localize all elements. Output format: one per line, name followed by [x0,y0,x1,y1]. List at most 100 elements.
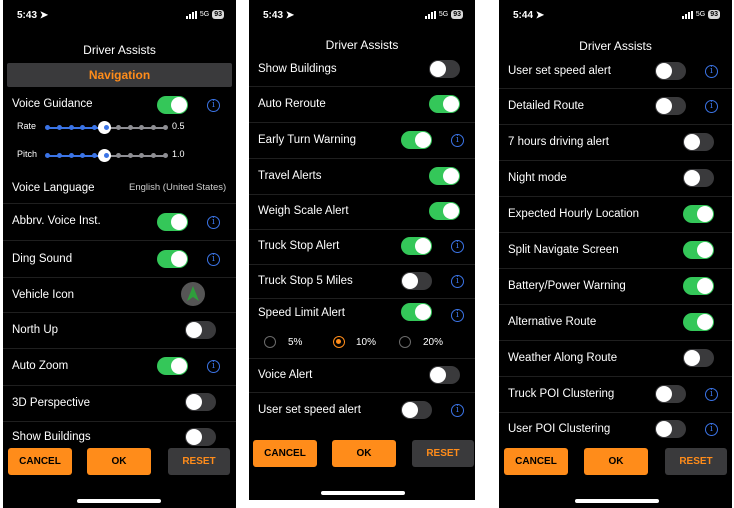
radio-5-percent[interactable] [264,336,276,348]
detailed-route-toggle[interactable] [655,97,686,115]
setting-label: Show Buildings [258,63,337,75]
setting-label: Alternative Route [508,316,597,328]
battery-icon: 93 [708,10,720,19]
setting-label: Vehicle Icon [12,289,75,301]
battery-icon: 93 [451,10,463,19]
home-indicator [77,499,161,503]
voice-alert-toggle[interactable] [429,366,460,384]
info-icon[interactable]: i [207,216,220,229]
ok-button[interactable]: OK [87,448,151,475]
perspective-toggle[interactable] [185,393,216,411]
battery-power-toggle[interactable] [683,277,714,295]
show-buildings-toggle[interactable] [429,60,460,78]
abbrv-voice-toggle[interactable] [157,213,188,231]
setting-label: Voice Guidance [12,98,93,110]
cancel-button[interactable]: CANCEL [253,440,317,467]
setting-row-truck-poi: Truck POI Clustering i [499,377,732,413]
clock: 5:43 ➤ [17,10,49,21]
setting-label: Early Turn Warning [258,134,356,146]
night-mode-toggle[interactable] [683,169,714,187]
cancel-button[interactable]: CANCEL [504,448,568,475]
navigation-arrow-icon[interactable] [181,282,205,306]
north-up-toggle[interactable] [185,321,216,339]
radio-20-percent[interactable] [399,336,411,348]
setting-row-north-up: North Up [3,313,236,349]
travel-alerts-toggle[interactable] [429,167,460,185]
user-speed-toggle[interactable] [655,62,686,80]
ok-button[interactable]: OK [332,440,396,467]
info-icon[interactable]: i [451,404,464,417]
setting-row-speed-limit: Speed Limit Alert i [249,299,475,325]
info-icon[interactable]: i [705,100,718,113]
info-icon[interactable]: i [451,275,464,288]
setting-label: Speed Limit Alert [258,307,345,319]
truck-poi-toggle[interactable] [655,385,686,403]
setting-row-split-navigate: Split Navigate Screen [499,233,732,269]
expected-hourly-toggle[interactable] [683,205,714,223]
reset-button[interactable]: RESET [665,448,727,475]
auto-zoom-toggle[interactable] [157,357,188,375]
info-icon[interactable]: i [207,253,220,266]
reset-button[interactable]: RESET [168,448,230,475]
info-icon[interactable]: i [451,134,464,147]
auto-reroute-toggle[interactable] [429,95,460,113]
setting-label: Truck POI Clustering [508,388,615,400]
clock: 5:44 ➤ [513,10,545,21]
setting-row-detailed-route: Detailed Route i [499,89,732,125]
rate-label: Rate [17,121,37,131]
info-icon[interactable]: i [705,423,718,436]
radio-label: 20% [423,337,444,348]
alt-route-toggle[interactable] [683,313,714,331]
setting-row-user-poi: User POI Clustering i [499,413,732,443]
status-bar: 5:44 ➤ 5G 93 [499,10,732,26]
setting-row-voice-language[interactable]: Voice Language English (United States) [3,172,236,204]
info-icon[interactable]: i [451,309,464,322]
show-buildings-toggle[interactable] [185,428,216,446]
reset-button[interactable]: RESET [412,440,474,467]
cancel-button[interactable]: CANCEL [8,448,72,475]
status-bar: 5:43 ➤ 5G 93 [249,10,475,26]
pitch-label: Pitch [17,149,38,159]
weigh-scale-toggle[interactable] [429,202,460,220]
rate-slider-tick [56,125,62,130]
setting-row-user-speed: User set speed alert i [499,55,732,89]
rate-slider-tick [80,125,86,130]
setting-label: Voice Alert [258,369,313,381]
ok-button[interactable]: OK [584,448,648,475]
rate-slider-tick [115,125,121,130]
setting-label: Detailed Route [508,100,585,112]
pitch-slider-tick [104,153,109,158]
rate-slider-tick [104,125,109,130]
ding-sound-toggle[interactable] [157,250,188,268]
user-poi-toggle[interactable] [655,420,686,438]
voice-guidance-toggle[interactable] [157,96,188,114]
setting-row-truck-stop-5: Truck Stop 5 Miles i [249,265,475,299]
user-speed-toggle[interactable] [401,401,432,419]
seven-hours-toggle[interactable] [683,133,714,151]
setting-label: Abbrv. Voice Inst. [12,215,101,227]
pitch-slider-tick [45,153,50,158]
setting-label: Weather Along Route [508,352,618,364]
info-icon[interactable]: i [451,240,464,253]
info-icon[interactable]: i [705,65,718,78]
speed-limit-toggle[interactable] [401,303,432,321]
setting-row-vehicle-icon[interactable]: Vehicle Icon [3,278,236,313]
info-icon[interactable]: i [705,388,718,401]
battery-icon: 93 [212,10,224,19]
pitch-slider-tick [139,153,145,158]
home-indicator [575,499,659,503]
pitch-slider-tick [127,153,133,158]
weather-toggle[interactable] [683,349,714,367]
info-icon[interactable]: i [207,360,220,373]
truck-stop-toggle[interactable] [401,237,432,255]
early-turn-toggle[interactable] [401,131,432,149]
radio-10-percent[interactable] [333,336,345,348]
truck-stop-5-toggle[interactable] [401,272,432,290]
split-navigate-toggle[interactable] [683,241,714,259]
info-icon[interactable]: i [207,99,220,112]
setting-row-weather: Weather Along Route [499,341,732,377]
network-label: 5G [695,11,706,18]
setting-row-auto-reroute: Auto Reroute [249,87,475,123]
page-title: Driver Assists [579,39,652,53]
setting-row-ding: Ding Sound i [3,241,236,278]
